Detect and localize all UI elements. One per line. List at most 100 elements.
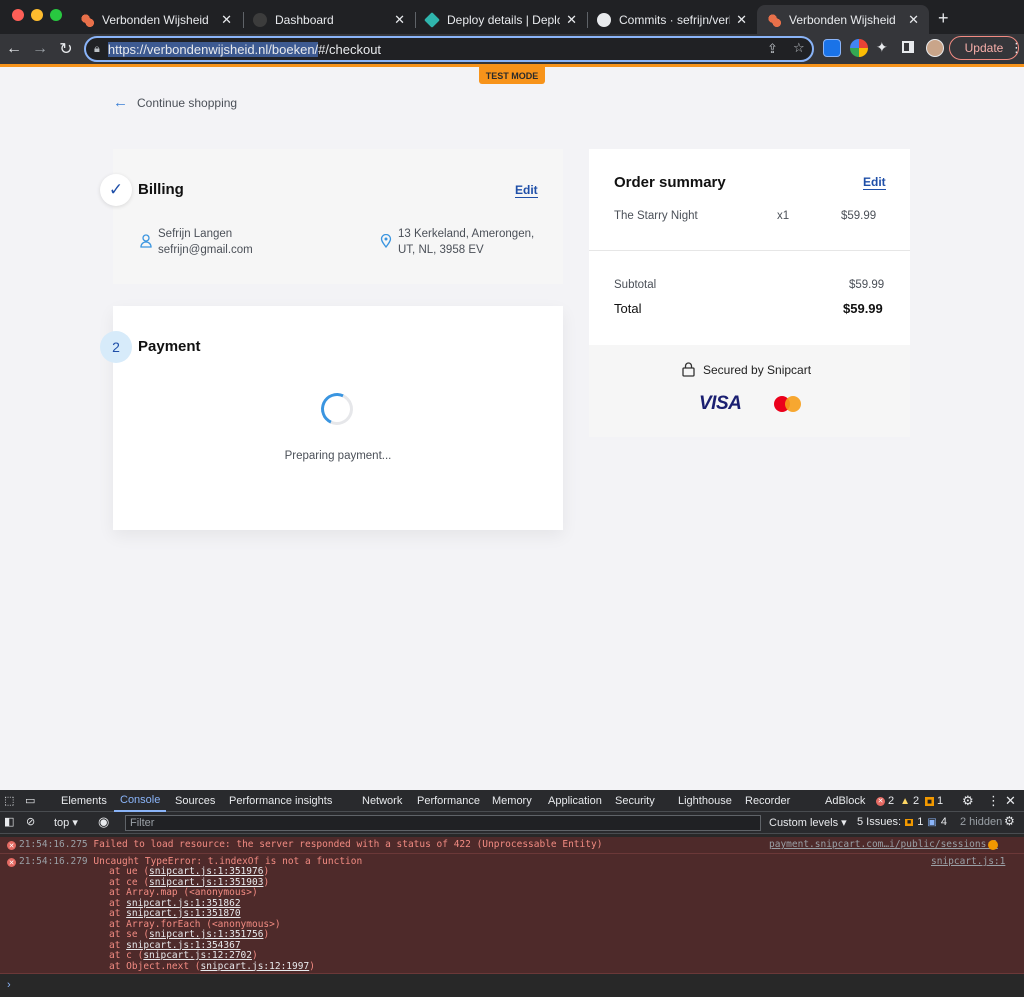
close-devtools-icon[interactable]: ✕ (1005, 793, 1016, 809)
billing-address-line2: UT, NL, 3958 EV (398, 244, 484, 256)
payment-step-number: 2 (100, 331, 132, 363)
new-tab-icon[interactable]: + (938, 8, 949, 29)
puzzle-extensions-icon[interactable]: ✦ (876, 39, 888, 56)
browser-tab-active[interactable]: Verbonden Wijsheid ✕ (757, 5, 929, 34)
url-text: https://verbondenwijsheid.nl/boeken/#/ch… (107, 41, 382, 57)
close-tab-icon[interactable]: ✕ (394, 12, 405, 28)
clear-console-icon[interactable]: ⊘ (26, 815, 35, 828)
console-settings-gear-icon[interactable]: ⚙ (1004, 814, 1015, 828)
close-tab-icon[interactable]: ✕ (908, 12, 919, 28)
dashboard-favicon-icon (253, 12, 267, 27)
inspect-element-icon[interactable]: ⬚ (4, 794, 14, 807)
close-window-button[interactable] (12, 9, 24, 21)
continue-shopping-link[interactable]: ← Continue shopping (113, 94, 237, 111)
tab-title: Deploy details | Deploys | (447, 12, 560, 27)
devtools-tab-network[interactable]: Network (362, 790, 402, 812)
live-expression-eye-icon[interactable]: ◉ (98, 814, 109, 830)
more-menu-icon[interactable]: ⋮ (1010, 40, 1023, 56)
close-tab-icon[interactable]: ✕ (566, 12, 577, 28)
devtools-tab-elements[interactable]: Elements (61, 790, 107, 812)
github-favicon-icon (597, 12, 611, 27)
context-selector[interactable]: top ▾ (54, 816, 78, 829)
update-button[interactable]: Update (949, 36, 1019, 60)
tab-title: Commits · sefrijn/verbond (619, 12, 730, 27)
hidden-messages-count: 2 hidden (960, 816, 1003, 828)
billing-email: sefrijn@gmail.com (158, 244, 253, 256)
item-price: $59.99 (841, 210, 877, 222)
minimize-window-button[interactable] (31, 9, 43, 21)
stack-frame-link[interactable]: snipcart.js:1:351862 (126, 898, 240, 909)
tab-title: Verbonden Wijsheid (789, 12, 896, 27)
info-badge-icon: ■ (925, 796, 934, 806)
share-icon[interactable]: ⇪ (767, 41, 778, 57)
issue-warning-icon: ■ (905, 818, 914, 826)
devtools-tab-application[interactable]: Application (548, 790, 602, 812)
stack-frame-link[interactable]: snipcart.js:1:351976 (149, 866, 263, 877)
total-value: $59.99 (843, 301, 883, 316)
browser-tab[interactable]: Deploy details | Deploys | ✕ (415, 5, 587, 34)
console-prompt[interactable]: › (7, 979, 11, 991)
log-levels-dropdown[interactable]: Custom levels ▾ (769, 816, 847, 829)
devtools-tab-performance[interactable]: Performance (417, 790, 480, 812)
payment-title: Payment (138, 338, 201, 355)
console-source-link[interactable]: snipcart.js:1 (931, 856, 1005, 867)
devtools-tab-recorder[interactable]: Recorder (745, 790, 790, 812)
address-bar[interactable]: 🔒︎ https://verbondenwijsheid.nl/boeken/#… (84, 36, 814, 62)
subtotal-value: $59.99 (849, 279, 885, 291)
devtools-tab-console[interactable]: Console (114, 790, 167, 812)
console-message: 21:54:16.275 Failed to load resource: th… (19, 839, 603, 850)
device-toolbar-icon[interactable]: ▭ (25, 794, 35, 807)
item-quantity: x1 (777, 210, 790, 222)
zoom-window-button[interactable] (50, 9, 62, 21)
stack-frame-link[interactable]: snipcart.js:12:2702 (143, 950, 252, 961)
devtools-tab-sources[interactable]: Sources (175, 790, 215, 812)
devtools-tab-lighthouse[interactable]: Lighthouse (678, 790, 732, 812)
bitwarden-extension-icon[interactable] (823, 39, 841, 57)
back-arrow-icon[interactable]: ← (3, 38, 25, 60)
secured-panel (589, 345, 910, 437)
console-source-link[interactable]: payment.snipcart.com…i/public/sessions:1 (769, 839, 998, 850)
summary-edit-button[interactable]: Edit (863, 175, 886, 190)
stack-frame-link[interactable]: snipcart.js:1:354367 (126, 940, 240, 951)
close-tab-icon[interactable]: ✕ (221, 12, 232, 28)
location-pin-icon (380, 233, 392, 251)
devtools-tab-adblock[interactable]: AdBlock (825, 790, 865, 812)
error-icon: ✕ (7, 858, 16, 867)
billing-name: Sefrijn Langen (158, 228, 233, 240)
stack-frame-link[interactable]: snipcart.js:1:351756 (149, 929, 263, 940)
lock-icon: 🔒︎ (94, 42, 100, 55)
close-tab-icon[interactable]: ✕ (736, 12, 747, 28)
billing-address-line1: 13 Kerkeland, Amerongen, (398, 228, 535, 240)
reload-icon[interactable]: ↻ (55, 38, 77, 60)
billing-edit-button[interactable]: Edit (515, 183, 538, 198)
error-icon: ✕ (876, 796, 885, 806)
payment-status-text: Preparing payment... (284, 450, 392, 462)
browser-tab[interactable]: Dashboard ✕ (243, 5, 415, 34)
devtools-tab-memory[interactable]: Memory (492, 790, 532, 812)
stack-frame-link[interactable]: snipcart.js:1:351903 (149, 877, 263, 888)
billing-title: Billing (138, 181, 184, 198)
error-counter[interactable]: ✕ 2 ▲ 2 ■ 1 (876, 795, 943, 807)
sidebar-toggle-icon[interactable]: ◧ (4, 815, 14, 828)
browser-tab[interactable]: Verbonden Wijsheid ✕ (70, 5, 242, 34)
stack-frame-link[interactable]: snipcart.js:1:351870 (126, 908, 240, 919)
devtools-more-icon[interactable]: ⋮ (987, 793, 1000, 809)
padlock-icon (682, 362, 695, 382)
browser-tab[interactable]: Commits · sefrijn/verbond ✕ (587, 5, 757, 34)
continue-shopping-label: Continue shopping (137, 95, 238, 110)
console-filter-input[interactable]: Filter (125, 815, 761, 831)
forward-arrow-icon[interactable]: → (29, 38, 51, 60)
tab-title: Dashboard (275, 12, 334, 27)
color-extension-icon[interactable] (850, 39, 868, 57)
issues-counter[interactable]: 5 Issues: ■ 1 ▣ 4 (857, 816, 947, 828)
stack-frame-link[interactable]: snipcart.js:12:1997 (201, 961, 310, 972)
network-request-icon[interactable] (988, 840, 998, 850)
sidepanel-icon[interactable] (902, 41, 914, 53)
visa-logo: VISA (699, 393, 742, 414)
avatar[interactable] (926, 39, 944, 57)
devtools-tab-performance-insights[interactable]: Performance insights (229, 790, 332, 812)
warning-icon: ▲ (900, 795, 911, 807)
devtools-tab-security[interactable]: Security (615, 790, 655, 812)
bookmark-star-icon[interactable]: ☆ (793, 40, 805, 56)
settings-gear-icon[interactable]: ⚙ (962, 793, 974, 809)
